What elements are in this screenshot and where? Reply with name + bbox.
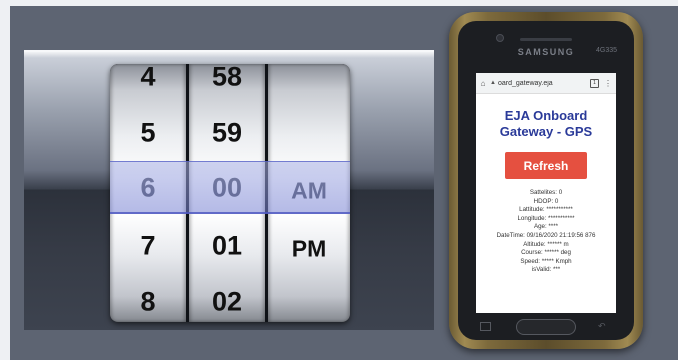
gps-info-list: Sattelites: 0 HDOP: 0 Lattitude: *******…	[476, 189, 616, 275]
hardware-nav-bar: ↶	[458, 319, 634, 339]
recent-apps-icon[interactable]	[480, 322, 491, 331]
hour-option[interactable]: 8	[110, 287, 186, 318]
address-bar[interactable]: oard_gateway.eja	[498, 80, 590, 87]
refresh-button[interactable]: Refresh	[505, 152, 587, 179]
home-icon[interactable]: ⌂	[476, 79, 490, 88]
info-course: Course: ****** deg	[521, 249, 571, 257]
info-longitude: Longitude: ***********	[517, 214, 575, 222]
info-age: Age: ****	[533, 223, 559, 231]
minute-option[interactable]: 58	[189, 64, 265, 93]
time-picker: 4 5 6 7 8 58 59 00 01 02 AM PM	[110, 64, 350, 322]
page-title-line-2: Gateway - GPS	[499, 124, 593, 139]
phone-screen: ⌂ ▲ oard_gateway.eja 1 ⋮ EJA Onboard Gat…	[476, 73, 616, 313]
model-label: 4G335	[596, 47, 618, 54]
info-speed: Speed: ***** Kmph	[520, 257, 572, 265]
warning-icon[interactable]: ▲	[490, 80, 496, 86]
minute-wheel[interactable]: 58 59 00 01 02	[189, 64, 265, 322]
front-camera-icon	[496, 34, 504, 42]
hour-wheel[interactable]: 4 5 6 7 8	[110, 64, 186, 322]
phone-body: SAMSUNG 4G335 ⌂ ▲ oard_gateway.eja 1 ⋮ E…	[458, 21, 634, 340]
info-altitude: Altitude: ****** m	[523, 240, 569, 248]
info-hdop: HDOP: 0	[533, 197, 559, 205]
meridiem-option[interactable]: PM	[268, 236, 350, 263]
meridiem-wheel[interactable]: AM PM	[268, 64, 350, 322]
time-picker-panel: 4 5 6 7 8 58 59 00 01 02 AM PM	[24, 50, 434, 330]
meridiem-option-selected[interactable]: AM	[268, 178, 350, 205]
tabs-count-icon[interactable]: 1	[590, 78, 599, 88]
phone-device: SAMSUNG 4G335 ⌂ ▲ oard_gateway.eja 1 ⋮ E…	[449, 12, 643, 349]
minute-option[interactable]: 02	[189, 287, 265, 318]
speaker-grille	[520, 38, 572, 41]
home-button[interactable]	[516, 319, 576, 335]
left-border	[0, 0, 10, 360]
info-datetime: DateTime: 09/16/2020 21:19:56 876	[496, 231, 596, 239]
back-icon[interactable]: ↶	[598, 321, 606, 332]
minute-option-selected[interactable]: 00	[189, 173, 265, 204]
more-menu-icon[interactable]: ⋮	[604, 79, 612, 88]
info-latitude: Lattitude: ***********	[519, 206, 573, 214]
minute-option[interactable]: 01	[189, 231, 265, 262]
info-satellites: Sattelites: 0	[529, 189, 563, 196]
page-title: EJA Onboard Gateway - GPS	[476, 108, 616, 140]
hour-option[interactable]: 4	[110, 64, 186, 93]
top-border	[0, 0, 678, 6]
browser-toolbar: ⌂ ▲ oard_gateway.eja 1 ⋮	[476, 73, 616, 94]
minute-option[interactable]: 59	[189, 118, 265, 149]
info-isvalid: isValid: ***	[531, 266, 561, 274]
hour-option[interactable]: 7	[110, 231, 186, 262]
page-title-line-1: EJA Onboard	[504, 108, 588, 123]
hour-option[interactable]: 5	[110, 118, 186, 149]
hour-option-selected[interactable]: 6	[110, 173, 186, 204]
